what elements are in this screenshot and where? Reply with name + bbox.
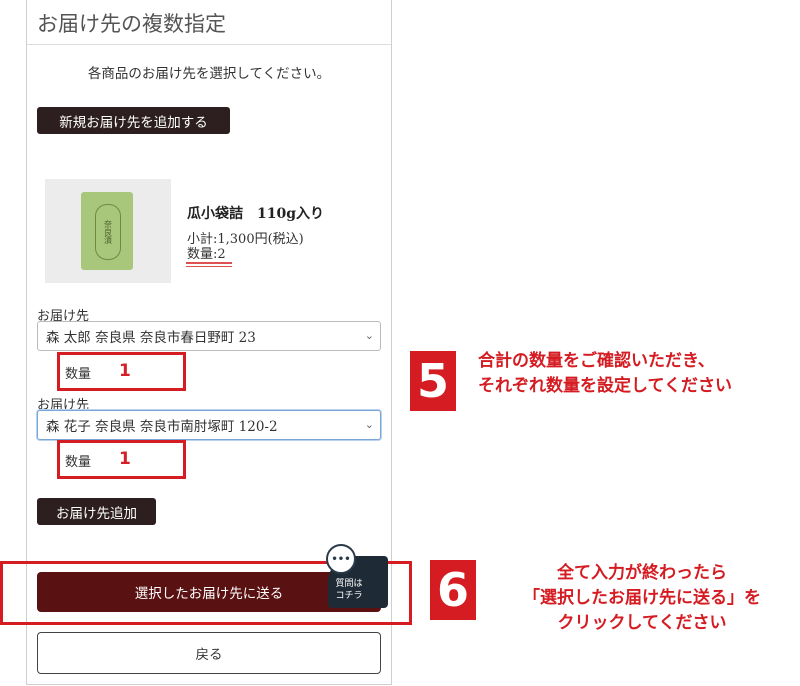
delivery-address-select-2[interactable]: 森 花子 奈良県 奈良市南肘塚町 120-2 ⌄ (37, 410, 381, 440)
step-5-text: 合計の数量をご確認いただき、 それぞれ数量を設定してください (478, 349, 732, 399)
step-6-badge: 6 (430, 560, 476, 620)
product-quantity: 数量:2 (187, 247, 226, 262)
step-6-line1: 全て入力が終わったら (557, 563, 727, 583)
help-text-line1: 質問は (335, 579, 363, 589)
package-label: 奈良漬 (95, 204, 121, 260)
step-5-line2: それぞれ数量を設定してください (478, 376, 732, 396)
chat-icon: ••• (326, 544, 356, 574)
step-5-line1: 合計の数量をご確認いただき、 (478, 351, 715, 371)
step-5-badge: 5 (410, 351, 456, 411)
add-delivery-button[interactable]: お届け先追加 (37, 498, 156, 525)
chevron-down-icon: ⌄ (364, 329, 374, 342)
product-image: 奈良漬 (45, 179, 171, 283)
delivery-address-select-1[interactable]: 森 太郎 奈良県 奈良市春日野町 23 ⌄ (37, 321, 381, 351)
quantity-underline-2 (186, 266, 232, 267)
product-package: 奈良漬 (81, 192, 133, 270)
delivery-address-2: 森 花子 奈良県 奈良市南肘塚町 120-2 (46, 419, 278, 435)
page-title: お届け先の複数指定 (37, 12, 226, 36)
quantity-underline (186, 262, 232, 264)
back-button[interactable]: 戻る (37, 632, 381, 674)
chevron-down-icon: ⌄ (364, 418, 374, 431)
add-new-address-button[interactable]: 新規お届け先を追加する (37, 107, 230, 134)
highlight-quantity-2 (57, 440, 186, 479)
help-widget[interactable]: ••• 質問は コチラ (326, 544, 388, 608)
delivery-address-1: 森 太郎 奈良県 奈良市春日野町 23 (46, 330, 256, 346)
title-divider (27, 44, 391, 45)
highlight-quantity-1 (57, 352, 186, 391)
step-6-line2: 「選択したお届け先に送る」を (523, 588, 761, 608)
page-subtitle: 各商品のお届け先を選択してください。 (87, 66, 331, 82)
help-text-line2: コチラ (335, 591, 363, 601)
product-name: 瓜小袋詰 110g入り (187, 206, 325, 222)
step-6-text: 全て入力が終わったら 「選択したお届け先に送る」を クリックしてください (492, 561, 792, 636)
step-6-line3: クリックしてください (557, 613, 727, 633)
